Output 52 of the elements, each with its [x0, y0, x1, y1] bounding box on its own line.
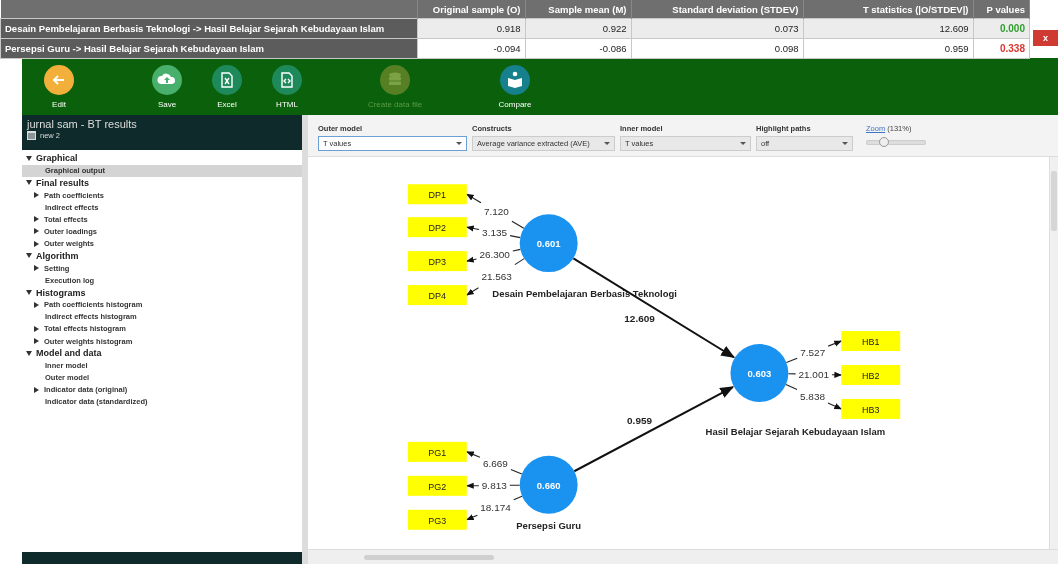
construct-value: 0.601	[536, 238, 561, 250]
loading-value: 6.669	[482, 458, 508, 470]
table-cell: Persepsi Guru -> Hasil Belajar Sejarah Kebudayaan Islam	[0, 38, 417, 59]
loading-value: 21.563	[481, 270, 512, 282]
path-value: 12.609	[624, 313, 655, 325]
tree-group[interactable]: Graphical	[22, 152, 302, 165]
indicator-name: HB3	[862, 405, 880, 416]
construct-name: Persepsi Guru	[516, 520, 582, 532]
path-value: 0.959	[627, 415, 653, 427]
toolbar-button[interactable]: Compare	[490, 65, 540, 109]
loading-value: 18.174	[480, 502, 511, 514]
loading-value: 3.135	[482, 227, 508, 239]
indicator-name: DP1	[428, 190, 447, 201]
construct-value: 0.603	[747, 368, 772, 380]
loading-value: 26.300	[479, 249, 510, 261]
indicator-name: PG2	[428, 482, 447, 493]
indicator-name: PG1	[428, 448, 447, 459]
column-header: T statistics (|O/STDEV|)	[803, 0, 973, 19]
loading-value: 21.001	[798, 369, 829, 381]
toolbar-button[interactable]: Excel	[202, 65, 252, 109]
toolbar-button[interactable]: Edit	[34, 65, 84, 109]
construct-name: Hasil Belajar Sejarah Kebudayaan Islam	[705, 426, 886, 438]
project-title: jurnal sam - BT results	[27, 118, 138, 130]
indicator-name: DP2	[428, 223, 447, 234]
construct-name: Desain Pembelajaran Berbasis Teknologi	[492, 288, 677, 300]
indicator-name: PG3	[428, 516, 447, 527]
tree-group[interactable]: Histograms	[22, 286, 302, 299]
construct-value: 0.660	[536, 480, 561, 492]
loading-value: 9.813	[481, 480, 507, 492]
column-header: Original sample (O)	[417, 0, 525, 19]
tree-group[interactable]: Model and data	[22, 347, 302, 360]
table-cell: 0.073	[631, 18, 803, 39]
indicator-name: HB2	[862, 371, 880, 382]
loading-value: 7.527	[800, 346, 826, 358]
toolbar-button[interactable]: HTML	[262, 65, 312, 109]
close-button[interactable]: x	[1033, 30, 1058, 46]
indicator-name: DP3	[428, 257, 447, 268]
tree-group[interactable]: Algorithm	[22, 249, 302, 263]
loading-value: 5.838	[800, 391, 825, 403]
table-cell: 0.918	[417, 18, 525, 39]
indicator-name: DP4	[428, 291, 447, 302]
column-header: Sample mean (M)	[525, 0, 631, 19]
indicator-name: HB1	[862, 337, 880, 348]
table-cell: Desain Pembelajaran Berbasis Teknologi -> Hasil Belajar Sejarah Kebudayaan Islam	[0, 18, 417, 39]
tree-group[interactable]: Final results	[22, 176, 302, 190]
table-cell: 0.000	[973, 18, 1030, 39]
table-cell: 0.922	[525, 18, 631, 39]
column-header: P values	[973, 0, 1030, 19]
toolbar-button[interactable]: Save	[142, 65, 192, 109]
loading-value: 7.120	[483, 206, 509, 218]
column-header: Standard deviation (STDEV)	[631, 0, 803, 19]
table-cell: 12.609	[803, 18, 973, 39]
